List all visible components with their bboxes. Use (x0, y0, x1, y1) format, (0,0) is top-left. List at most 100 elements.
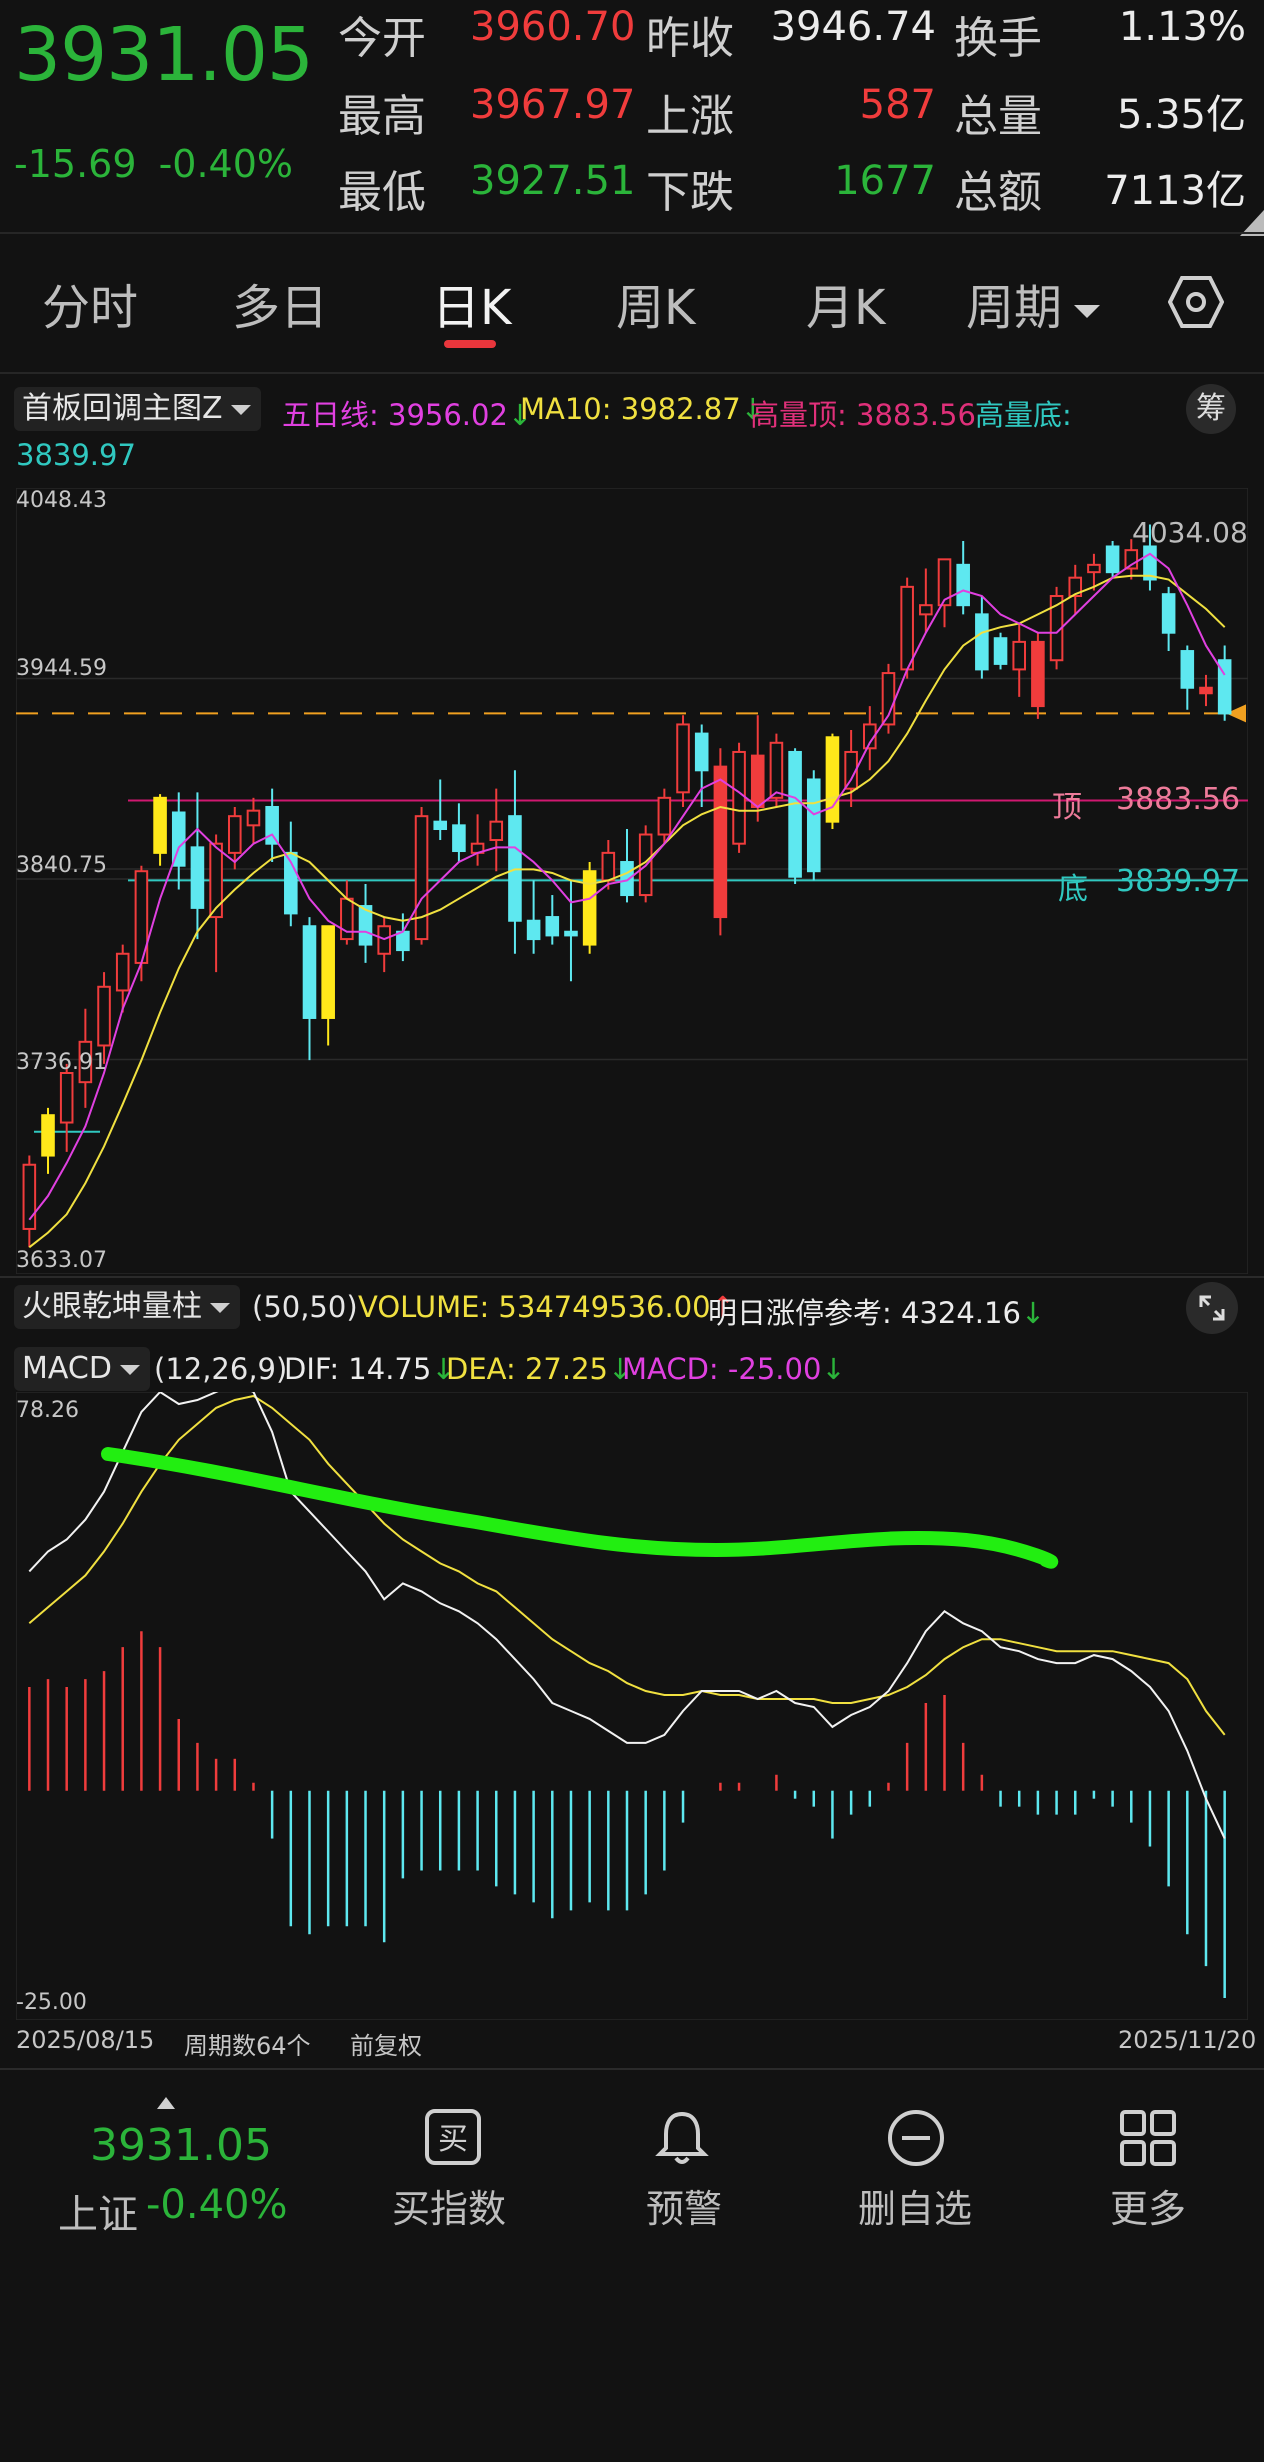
quote-value-advancers: 587 (859, 82, 936, 128)
buy-index-label: 买指数 (392, 2187, 507, 2231)
candle-body (788, 750, 802, 878)
main-indicator-name: 首板回调主图Z (22, 391, 223, 426)
svg-text:买: 买 (438, 2122, 468, 2157)
buy-index-button[interactable]: 买 买指数 (352, 2108, 552, 2231)
divider (0, 2068, 1264, 2070)
candle-body (321, 925, 335, 1019)
tab-period[interactable]: 周期 (966, 268, 1102, 338)
index-change-pct: -0.40% (158, 142, 294, 186)
candle-body (41, 1114, 55, 1157)
candle-body (919, 604, 933, 616)
y-axis-label: 3944.59 (16, 656, 107, 681)
candle-body (657, 796, 672, 836)
index-change: -15.69 -0.40% (14, 142, 293, 186)
macd-dea: DEA: 27.25↓ (446, 1352, 632, 1386)
candle-body (975, 613, 989, 671)
macd-indicator-select[interactable]: MACD (14, 1347, 150, 1391)
candle-body (1199, 686, 1213, 695)
candle-body (489, 820, 504, 842)
start-date: 2025/08/15 (16, 2026, 155, 2054)
y-axis-label: 4048.43 (16, 488, 107, 513)
macd-axis-top: 78.26 (16, 1398, 79, 1423)
y-axis-label: 3736.91 (16, 1050, 107, 1075)
candle-body (750, 754, 765, 808)
quote-value-amount: 7113亿 (1104, 168, 1246, 214)
quote-label-advancers: 上涨 (646, 91, 734, 142)
end-date: 2025/11/20 (1118, 2026, 1257, 2054)
max-price-label: 4034.08 (1132, 516, 1248, 549)
ma5-value: 五日线: 3956.02↓ (282, 392, 532, 434)
quote-label-prev-close: 昨收 (646, 13, 734, 64)
quote-value-decliners: 1677 (834, 158, 936, 204)
tab-weekly-k[interactable]: 周K (616, 268, 695, 338)
ma10-value: MA10: 3982.87↓ (520, 392, 765, 426)
chips-button[interactable]: 筹 (1186, 384, 1236, 434)
macd-value-text: MACD: -25.00 (622, 1352, 822, 1386)
tab-daily-k[interactable]: 日K (432, 268, 511, 338)
main-indicator-select[interactable]: 首板回调主图Z (14, 387, 261, 431)
remove-watchlist-label: 删自选 (858, 2187, 973, 2231)
alert-button[interactable]: 预警 (584, 2108, 784, 2231)
chevron-down-icon (210, 1303, 230, 1313)
candle-body (414, 815, 429, 941)
settings-hexagon-icon[interactable] (1168, 274, 1224, 330)
next-limit-ref: 明日涨停参考: 4324.16↓ (708, 1290, 1045, 1332)
quote-label-open: 今开 (338, 13, 426, 64)
candle-body (732, 750, 746, 845)
bottom-line-value: 3839.97 (1116, 864, 1241, 899)
alert-label: 预警 (646, 2187, 723, 2231)
chevron-down-icon (1074, 305, 1101, 318)
annotation-stroke (101, 1447, 1059, 1569)
index-change-value: -15.69 (14, 142, 137, 186)
tab-monthly-k[interactable]: 月K (806, 268, 885, 338)
candle-body (115, 952, 130, 992)
more-button[interactable]: 更多 (1048, 2108, 1248, 2231)
divider (0, 372, 1264, 374)
arrow-down-icon: ↓ (1020, 1296, 1046, 1330)
candle-body (209, 842, 223, 919)
next-limit-text: 明日涨停参考: 4324.16 (708, 1296, 1021, 1330)
candle-body (302, 925, 317, 1019)
ma10-line (28, 574, 1226, 1249)
high-volume-top: 高量顶: 3883.56 (750, 398, 976, 432)
quote-label-turnover: 换手 (954, 13, 1042, 64)
candle-body (1180, 650, 1195, 689)
candle-body (227, 815, 242, 854)
candle-body (153, 796, 167, 854)
chevron-down-icon (230, 405, 251, 415)
index-price: 3931.05 (14, 12, 314, 98)
quote-value-turnover: 1.13% (1118, 4, 1246, 50)
tab-intraday[interactable]: 分时 (42, 268, 138, 338)
candle-body (545, 916, 560, 937)
quote-label-amount: 总额 (954, 167, 1042, 218)
ma5-text: 五日线: 3956.02 (282, 398, 508, 432)
top-line-label: 顶 (1052, 790, 1082, 825)
candle-body (769, 741, 784, 799)
candle-body (265, 805, 279, 845)
volume-params: (50,50) (252, 1290, 358, 1324)
macd-value: MACD: -25.00↓ (622, 1352, 846, 1386)
quote-label-high: 最高 (338, 91, 426, 142)
candle-body (601, 851, 616, 882)
candle-body (676, 723, 690, 794)
remove-watchlist-button[interactable]: 删自选 (816, 2108, 1016, 2231)
macd-chart[interactable] (16, 1392, 1248, 2020)
adjust-type[interactable]: 前复权 (350, 2026, 422, 2061)
macd-dif: DIF: 14.75↓ (284, 1352, 456, 1386)
arrow-down-icon: ↓ (821, 1352, 846, 1386)
macd-axis-bottom: -25.00 (16, 1990, 87, 2015)
candle-body (59, 1072, 74, 1124)
candle-body (1012, 640, 1027, 671)
volume-indicator-select[interactable]: 火眼乾坤量柱 (14, 1285, 240, 1329)
candle-body (396, 930, 410, 952)
candle-body (340, 897, 354, 941)
macd-dea-text: DEA: 27.25 (446, 1352, 608, 1386)
grid-icon (1120, 2110, 1176, 2166)
candle-body (806, 778, 821, 873)
macd-dif-text: DIF: 14.75 (284, 1352, 432, 1386)
candle-body (620, 861, 634, 897)
tab-multiday[interactable]: 多日 (232, 268, 328, 338)
bottom-index-price[interactable]: 3931.05 (90, 2120, 272, 2171)
expand-button[interactable] (1186, 1282, 1238, 1334)
quote-value-open: 3960.70 (470, 4, 636, 50)
